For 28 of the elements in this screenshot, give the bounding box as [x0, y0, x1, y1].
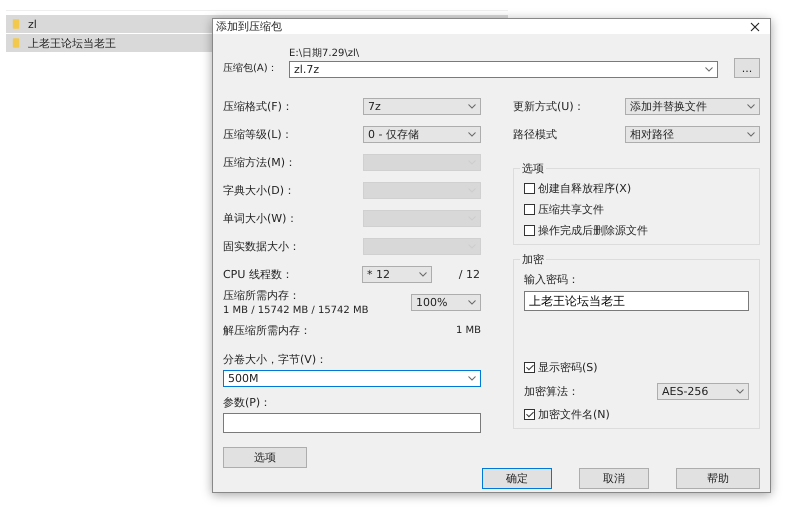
checkbox-label: 操作完成后删除源文件: [538, 223, 648, 238]
group-title: 加密: [520, 252, 546, 267]
memory-text: 1 MB / 15742 MB / 15742 MB: [223, 305, 368, 316]
field-label: 解压缩所需内存：: [223, 322, 311, 338]
field-label: 压缩方法(M)：: [223, 154, 296, 170]
field-label: 参数(P)：: [223, 395, 272, 410]
field-label: 输入密码：: [524, 272, 580, 287]
checkbox-label: 加密文件名(N): [538, 407, 610, 422]
checkbox-label: 显示密码(S): [538, 360, 598, 375]
field-label: 更新方式(U)：: [513, 98, 585, 114]
field-label: 压缩包(A)：: [223, 62, 279, 75]
field-label: 加密算法：: [524, 384, 579, 398]
group-title: 选项: [520, 161, 546, 176]
field-label: 字典大小(D)：: [223, 182, 296, 198]
thread-count-text: / 12: [458, 268, 480, 280]
field-label: 压缩格式(F)：: [223, 98, 293, 114]
field-label: 压缩等级(L)：: [223, 126, 293, 142]
field-label: 单词大小(W)：: [223, 210, 298, 226]
path-text: E:\日期7.29\zl\: [289, 46, 360, 60]
field-label: 压缩所需内存：: [223, 288, 301, 303]
field-label: 固实数据大小：: [223, 238, 300, 254]
checkbox-label: 压缩共享文件: [538, 202, 604, 217]
field-label: 分卷大小，字节(V)：: [223, 352, 328, 367]
field-label: 路径模式: [513, 126, 557, 142]
field-label: CPU 线程数：: [223, 266, 294, 282]
checkbox-label: 创建自释放程序(X): [538, 181, 632, 196]
window-title: 添加到压缩包: [216, 19, 282, 34]
memory-text: 1 MB: [456, 324, 481, 336]
